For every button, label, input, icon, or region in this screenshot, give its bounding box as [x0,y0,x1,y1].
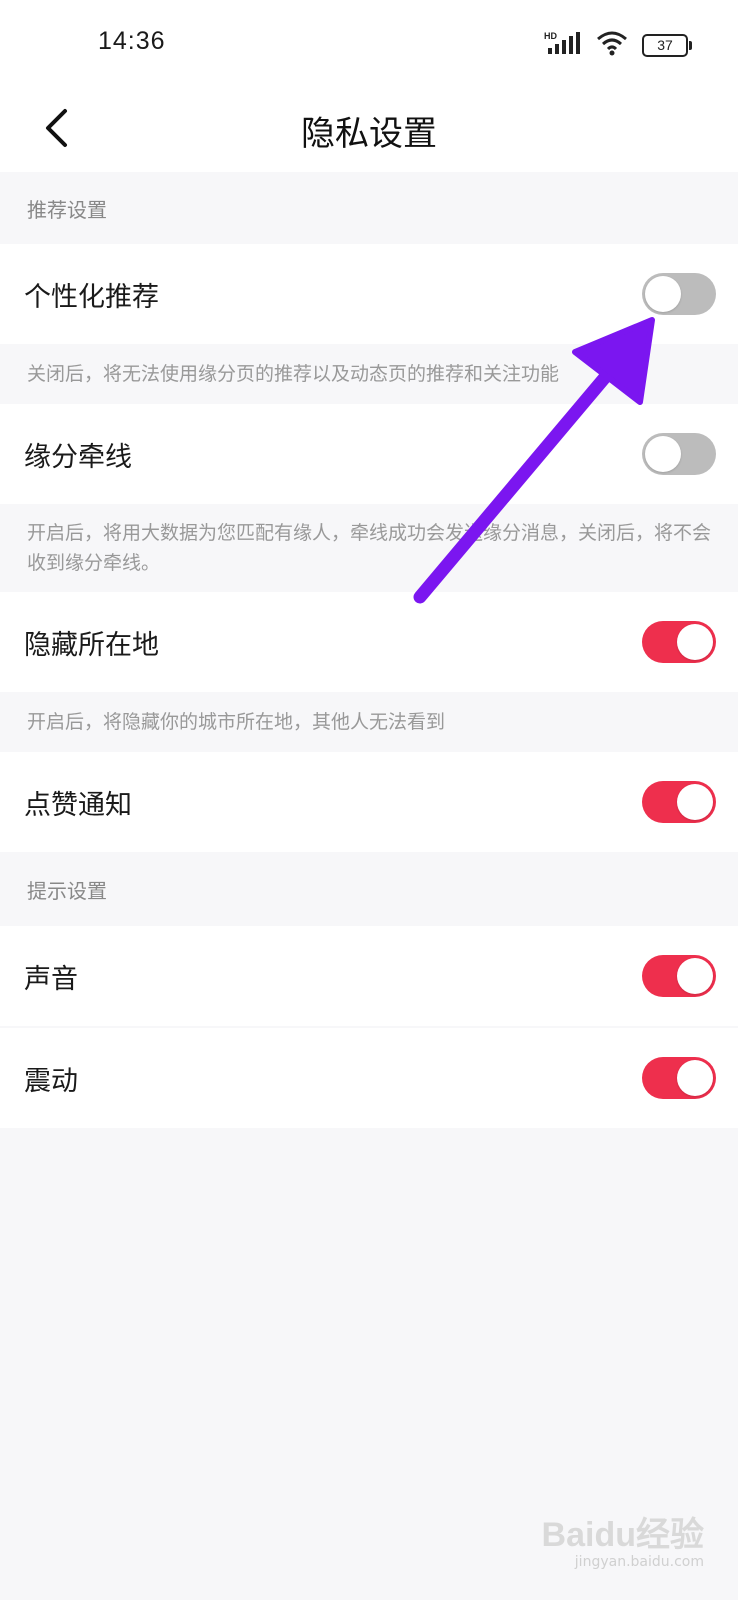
row-vibrate: 震动 [0,1028,738,1128]
baidu-watermark: Baidu经验 jingyan.baidu.com [542,1507,704,1570]
sound-toggle[interactable] [642,955,716,997]
status-time: 14:36 [98,27,166,55]
watermark-main: Baidu经验 [541,1516,704,1554]
personalized-recommend-description: 关闭后，将无法使用缘分页的推荐以及动态页的推荐和关注功能 [0,344,738,404]
section-header-recommend: 推荐设置 [0,172,738,244]
nav-bar: 隐私设置 [0,86,738,172]
hide-location-toggle[interactable] [642,621,716,663]
status-icons: HD 37 [544,30,692,60]
fate-line-toggle[interactable] [642,433,716,475]
row-hide-location: 隐藏所在地 [0,592,738,692]
row-label: 点赞通知 [24,789,132,821]
row-personalized-recommend: 个性化推荐 [0,244,738,344]
hide-location-description: 开启后，将隐藏你的城市所在地，其他人无法看到 [0,692,738,752]
like-notification-toggle[interactable] [642,781,716,823]
toggle-knob [677,1060,713,1096]
watermark-sub: jingyan.baidu.com [574,1554,704,1570]
toggle-knob [645,276,681,312]
toggle-knob [677,624,713,660]
fate-line-description: 开启后，将用大数据为您匹配有缘人，牵线成功会发送缘分消息，关闭后，将不会收到缘分… [0,504,738,592]
row-fate-line: 缘分牵线 [0,404,738,504]
toggle-knob [677,958,713,994]
toggle-knob [677,784,713,820]
row-label: 缘分牵线 [24,441,132,473]
page-title: 隐私设置 [301,114,437,154]
row-label: 震动 [24,1065,78,1097]
row-sound: 声音 [0,926,738,1026]
toggle-knob [645,436,681,472]
row-label: 声音 [24,963,78,995]
wifi-icon [596,30,628,60]
signal-icon: HD [544,30,582,60]
vibrate-toggle[interactable] [642,1057,716,1099]
personalized-recommend-toggle[interactable] [642,273,716,315]
status-bar: 14:36 HD 37 [0,0,738,86]
row-label: 隐藏所在地 [24,629,159,661]
row-label: 个性化推荐 [24,281,159,313]
row-like-notification: 点赞通知 [0,752,738,852]
network-label: HD [544,31,557,41]
section-header-prompt: 提示设置 [0,852,738,926]
battery-icon: 37 [642,33,692,57]
